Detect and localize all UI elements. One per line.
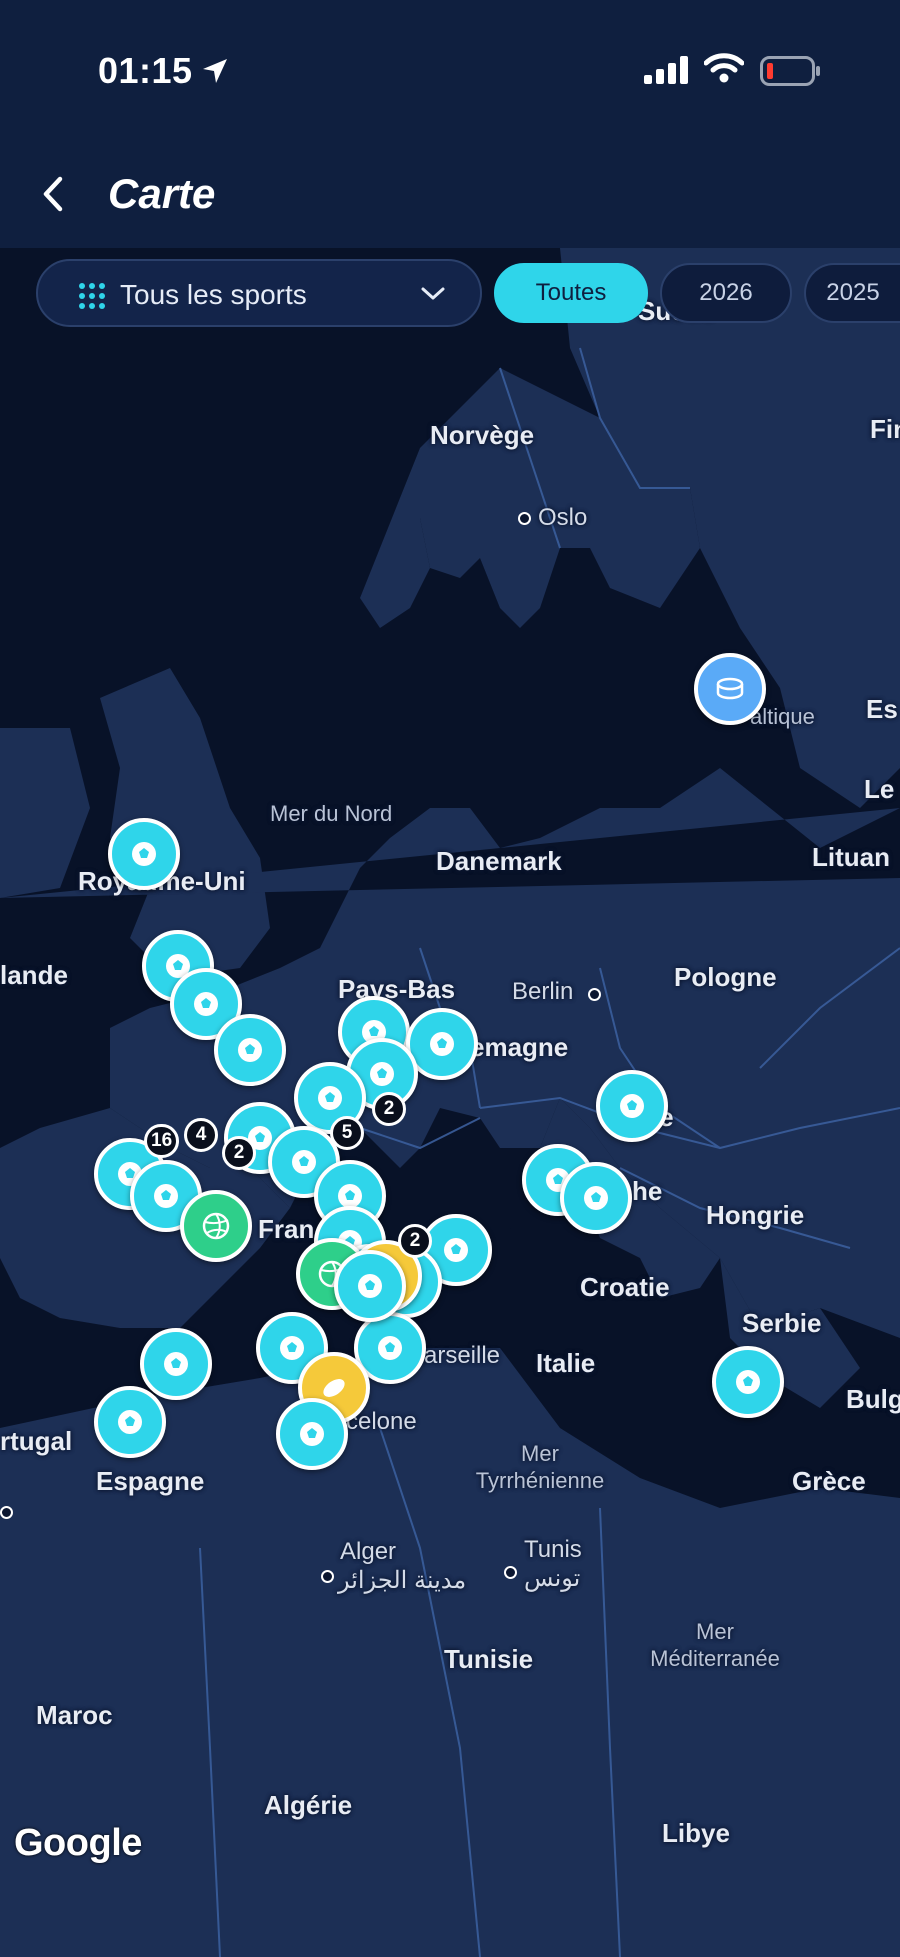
year-pill-2025[interactable]: 2025 — [804, 263, 900, 323]
football-ball-icon — [318, 1086, 342, 1110]
year-pill-all[interactable]: Toutes — [494, 263, 648, 323]
map-label-sea: Mer Tyrrhénienne — [475, 1441, 605, 1493]
city-dot — [321, 1570, 334, 1583]
map-label-country: Fran — [258, 1214, 315, 1244]
map-label-country: Algérie — [264, 1790, 353, 1820]
map-label-city: Alger — [340, 1538, 397, 1565]
map-label-country: Grèce — [792, 1466, 866, 1496]
hockey-puck-icon — [716, 677, 744, 700]
event-marker-football[interactable] — [94, 1386, 166, 1458]
map-label-country: Norvège — [430, 420, 535, 450]
cellular-signal-icon — [644, 56, 688, 84]
map-label-country: Croatie — [580, 1272, 670, 1302]
football-ball-icon — [358, 1274, 382, 1298]
page-title: Carte — [108, 170, 216, 217]
map-label-country: Italie — [536, 1348, 596, 1378]
event-marker-football[interactable] — [712, 1346, 784, 1418]
map-label-country: Es — [866, 694, 898, 724]
map-label-country: Danemark — [436, 846, 562, 876]
football-ball-icon — [370, 1062, 394, 1086]
football-ball-icon — [584, 1186, 608, 1210]
cluster-count-badge[interactable]: 2 — [398, 1224, 432, 1258]
filter-bar: Tous les sports Toutes 2026 2025 — [0, 259, 900, 329]
sport-select-value: Tous les sports — [120, 279, 307, 310]
year-pill-2026[interactable]: 2026 — [660, 263, 792, 323]
event-marker-football[interactable] — [140, 1328, 212, 1400]
map-label-country: Hongrie — [706, 1200, 805, 1230]
map-label-city: مدينة الجزائر — [338, 1567, 467, 1594]
city-dot — [0, 1506, 13, 1519]
cluster-count-badge[interactable]: 2 — [222, 1136, 256, 1170]
event-marker-football[interactable] — [596, 1070, 668, 1142]
cluster-count-badge[interactable]: 2 — [372, 1092, 406, 1126]
map-label-country: Serbie — [742, 1308, 822, 1338]
status-bar: 01:15 — [0, 0, 900, 130]
map-label-city: Oslo — [538, 504, 588, 531]
cluster-count-badge[interactable]: 4 — [184, 1118, 218, 1152]
football-ball-icon — [238, 1038, 262, 1062]
city-dot — [588, 988, 601, 1001]
event-marker-football[interactable] — [214, 1014, 286, 1086]
back-chevron-icon[interactable] — [30, 170, 78, 218]
grid-dots-icon — [79, 283, 105, 309]
google-attribution-logo: Google — [14, 1822, 142, 1864]
map-label-country: Tunisie — [444, 1644, 534, 1674]
sport-select[interactable]: Tous les sports — [36, 259, 482, 327]
cluster-count-badge[interactable]: 16 — [144, 1124, 180, 1158]
football-ball-icon — [164, 1352, 188, 1376]
map-label-country: Espagne — [96, 1466, 205, 1496]
map-label-country: Libye — [662, 1818, 730, 1848]
map-view[interactable]: Suède Fin Norvège Oslo altique Es Le Mer… — [0, 248, 900, 1957]
football-ball-icon — [378, 1336, 402, 1360]
map-label-city: تونس — [524, 1565, 581, 1592]
top-app-bar: Carte — [0, 130, 900, 249]
football-ball-icon — [194, 992, 218, 1016]
map-label-country: Le — [864, 774, 895, 804]
battery-low-icon — [760, 56, 820, 86]
map-label-city: Berlin — [512, 978, 574, 1005]
map-label-country: Pologne — [674, 962, 777, 992]
football-ball-icon — [118, 1410, 142, 1434]
football-ball-icon — [620, 1094, 644, 1118]
map-label-sea: Mer du Nord — [270, 801, 393, 826]
map-basemap — [0, 248, 900, 1957]
map-label-country: Fin — [870, 414, 900, 444]
football-ball-icon — [430, 1032, 454, 1056]
volleyball-icon — [202, 1212, 230, 1240]
map-label-country: Lituan — [812, 842, 890, 872]
map-label-country: Maroc — [36, 1700, 113, 1730]
football-ball-icon — [292, 1150, 316, 1174]
map-label-country: emagne — [470, 1032, 569, 1062]
map-label-country: rtugal — [0, 1426, 73, 1456]
map-label-sea: Mer Méditerranée — [650, 1619, 780, 1671]
football-ball-icon — [444, 1238, 468, 1262]
map-label-country: Bulg — [846, 1384, 900, 1414]
chevron-down-icon — [421, 287, 445, 300]
status-time: 01:15 — [98, 50, 193, 91]
city-dot — [504, 1566, 517, 1579]
football-ball-icon — [280, 1336, 304, 1360]
football-ball-icon — [132, 842, 156, 866]
rugby-ball-icon — [323, 1379, 345, 1397]
event-marker-football[interactable] — [276, 1398, 348, 1470]
wifi-icon — [704, 53, 744, 83]
map-label-country: he — [632, 1176, 663, 1206]
event-marker-generic[interactable] — [694, 653, 766, 725]
map-label-country: lande — [0, 960, 68, 990]
event-marker-football[interactable] — [108, 818, 180, 890]
event-marker-football[interactable] — [560, 1162, 632, 1234]
event-marker-volleyball[interactable] — [180, 1190, 252, 1262]
football-ball-icon — [736, 1370, 760, 1394]
city-dot — [518, 512, 531, 525]
football-ball-icon — [154, 1184, 178, 1208]
event-marker-football[interactable] — [334, 1250, 406, 1322]
map-label-city: Tunis — [524, 1536, 582, 1563]
location-arrow-icon — [203, 59, 227, 83]
cluster-count-badge[interactable]: 5 — [330, 1116, 364, 1150]
football-ball-icon — [300, 1422, 324, 1446]
